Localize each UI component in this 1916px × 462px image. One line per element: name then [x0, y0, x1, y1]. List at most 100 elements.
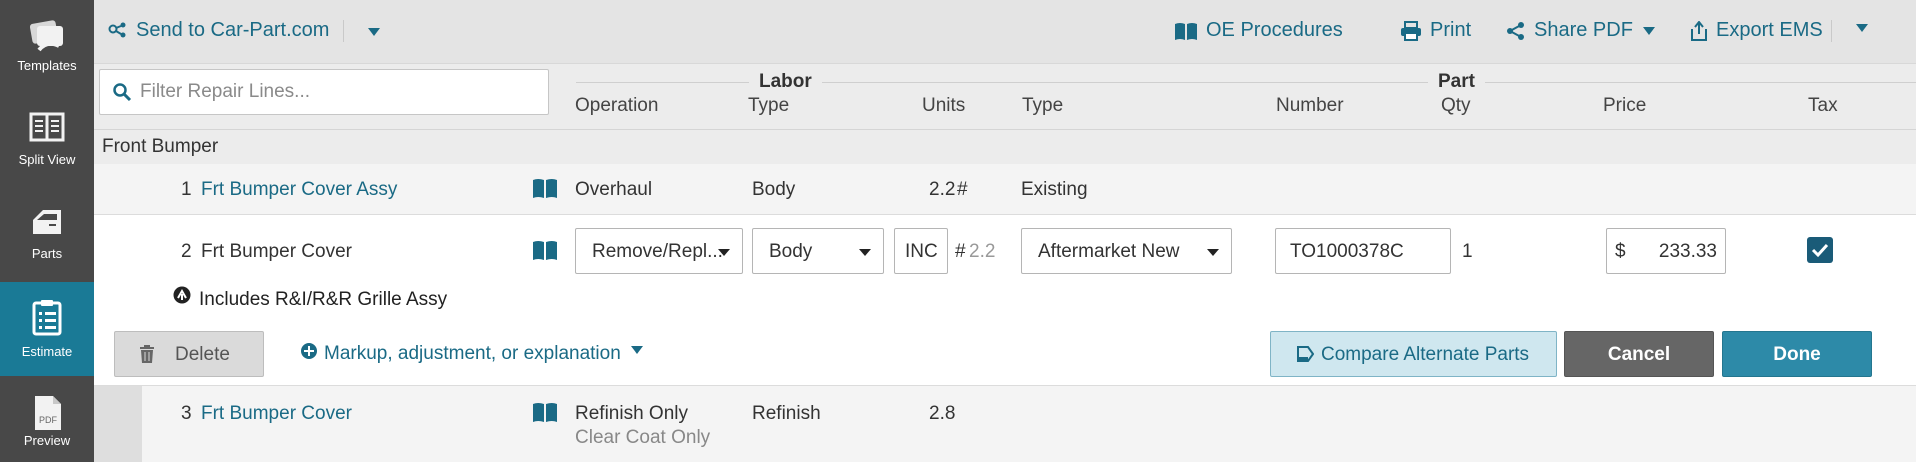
operation: Overhaul	[575, 179, 653, 200]
operation-select-value: Remove/Repl...	[592, 241, 723, 262]
tag-icon	[1296, 345, 1314, 363]
nav-templates[interactable]: Templates	[0, 0, 94, 94]
pdf-icon: PDF	[29, 394, 65, 434]
labor-type-select[interactable]: Body	[752, 228, 884, 274]
units: 2.2	[929, 179, 956, 200]
oe-procedures-label: OE Procedures	[1206, 19, 1343, 41]
cancel-button[interactable]: Cancel	[1564, 331, 1714, 377]
left-nav: Templates Split View Parts Estimate PDF …	[0, 0, 94, 462]
col-part-type[interactable]: Type	[1022, 95, 1063, 117]
print-button[interactable]: Print	[1400, 19, 1471, 42]
nav-label: Estimate	[21, 344, 73, 359]
delete-button[interactable]: Delete	[114, 331, 264, 377]
share-icon	[1506, 21, 1526, 41]
oe-procedures-button[interactable]: OE Procedures	[1174, 19, 1343, 42]
nav-estimate[interactable]: Estimate	[0, 282, 94, 376]
chevron-down-icon	[718, 249, 730, 256]
units-reference: 2.2	[969, 241, 996, 262]
col-price[interactable]: Price	[1603, 95, 1646, 117]
filter-input[interactable]	[140, 80, 540, 104]
share-pdf-button[interactable]: Share PDF	[1506, 19, 1655, 42]
table-row[interactable]: 3 Frt Bumper Cover Refinish Only Clear C…	[94, 386, 1916, 462]
nav-split-view[interactable]: Split View	[0, 94, 94, 188]
templates-icon	[29, 16, 65, 56]
plus-circle-icon[interactable]	[300, 342, 318, 360]
table-row-editing[interactable]: 2 Frt Bumper Cover Remove/Repl... Body I…	[94, 215, 1916, 386]
export-ems-button[interactable]: Export EMS	[1690, 19, 1823, 42]
share-nodes-icon	[108, 21, 128, 41]
col-units[interactable]: Units	[922, 95, 965, 117]
book-icon[interactable]	[532, 177, 558, 199]
trash-icon	[139, 345, 155, 363]
chevron-down-icon	[1642, 26, 1655, 35]
col-operation[interactable]: Operation	[575, 95, 658, 117]
operation-subtext: Clear Coat Only	[575, 427, 711, 448]
operation: Refinish Only	[575, 403, 688, 424]
col-number[interactable]: Number	[1276, 95, 1344, 117]
tax-checkbox[interactable]	[1807, 237, 1833, 263]
book-icon	[1174, 21, 1198, 41]
operation-select[interactable]: Remove/Repl...	[575, 228, 743, 274]
nav-parts[interactable]: Parts	[0, 188, 94, 282]
part-number-input[interactable]: TO1000378C	[1275, 228, 1451, 274]
chevron-down-icon	[859, 249, 871, 256]
nav-label: Templates	[17, 58, 77, 73]
send-dropdown-toggle[interactable]	[368, 28, 380, 36]
line-description[interactable]: Frt Bumper Cover	[201, 241, 352, 263]
units-flag: #	[957, 179, 968, 200]
includes-icon	[172, 285, 192, 305]
part-type-select-value: Aftermarket New	[1038, 241, 1180, 262]
compare-alternate-parts-button[interactable]: Compare Alternate Parts	[1270, 331, 1557, 377]
search-icon	[112, 82, 132, 102]
part-group-title: Part	[1428, 71, 1485, 93]
clipboard-icon	[29, 298, 65, 338]
line-number: 1	[181, 179, 192, 200]
export-icon	[1690, 20, 1708, 41]
table-header: Labor Part Operation Type Units Type Num…	[94, 64, 1916, 130]
price-input[interactable]: $ 233.33	[1606, 228, 1726, 274]
more-dropdown-toggle[interactable]	[1856, 24, 1868, 32]
book-icon[interactable]	[532, 401, 558, 423]
units-input[interactable]: INC	[894, 228, 948, 274]
line-number: 2	[181, 241, 192, 262]
col-labor-type[interactable]: Type	[748, 95, 789, 117]
part-type: Existing	[1021, 179, 1088, 200]
labor-group-line	[576, 82, 1084, 83]
print-label: Print	[1430, 19, 1472, 41]
chevron-down-icon	[1207, 249, 1219, 256]
toolbar-divider	[343, 20, 344, 42]
labor-type: Body	[752, 179, 796, 200]
chevron-down-icon[interactable]	[631, 346, 643, 354]
car-door-icon	[29, 204, 65, 244]
currency-symbol: $	[1615, 241, 1626, 262]
delete-label: Delete	[175, 344, 230, 365]
line-description-link[interactable]: Frt Bumper Cover Assy	[201, 179, 397, 201]
printer-icon	[1400, 20, 1422, 41]
toolbar-divider	[1831, 20, 1832, 42]
nav-label: Parts	[31, 246, 63, 261]
compare-label: Compare Alternate Parts	[1321, 344, 1530, 365]
nav-label: Split View	[18, 152, 76, 167]
labor-type-select-value: Body	[769, 241, 813, 262]
part-type-select[interactable]: Aftermarket New	[1021, 228, 1232, 274]
nav-label: Preview	[23, 433, 71, 448]
split-view-icon	[29, 110, 65, 150]
chevron-down-icon	[1856, 24, 1868, 32]
markup-link[interactable]: Markup, adjustment, or explanation	[324, 343, 621, 365]
table-row[interactable]: 1 Frt Bumper Cover Assy Overhaul Body 2.…	[94, 164, 1916, 215]
section-title: Front Bumper	[94, 130, 1916, 164]
line-description-link[interactable]: Frt Bumper Cover	[201, 403, 352, 425]
send-label: Send to Car-Part.com	[136, 19, 330, 41]
export-ems-label: Export EMS	[1716, 19, 1823, 41]
filter-box[interactable]	[99, 69, 549, 115]
send-to-car-part-button[interactable]: Send to Car-Part.com	[108, 19, 329, 42]
row-indent	[94, 386, 142, 462]
qty[interactable]: 1	[1462, 241, 1473, 263]
labor-group-title: Labor	[749, 71, 822, 93]
book-icon[interactable]	[532, 239, 558, 261]
col-qty[interactable]: Qty	[1441, 95, 1471, 117]
share-pdf-label: Share PDF	[1534, 19, 1633, 41]
nav-preview[interactable]: PDF Preview	[0, 376, 94, 462]
col-tax[interactable]: Tax	[1808, 95, 1838, 117]
done-button[interactable]: Done	[1722, 331, 1872, 377]
